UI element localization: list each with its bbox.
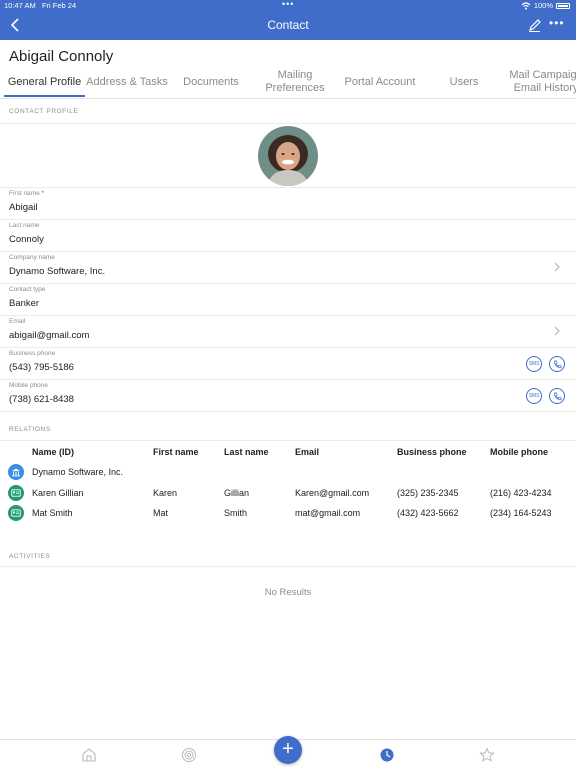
tab-documents[interactable]: Documents — [176, 66, 246, 98]
phone-icon — [553, 392, 561, 400]
contact-card-icon — [8, 485, 24, 501]
contact-name-title: Abigail Connoly — [9, 48, 114, 65]
sms-label: SMS — [528, 361, 540, 367]
divider — [0, 411, 576, 412]
contact-avatar[interactable] — [258, 126, 318, 186]
contact-type-value: Banker — [9, 298, 40, 309]
last-name-label: Last name — [9, 222, 40, 229]
last-name-field[interactable]: Last name Connoly — [0, 219, 576, 251]
company-name-label: Company name — [9, 254, 55, 261]
first-name-field[interactable]: First name * Abigail — [0, 187, 576, 219]
first-name-value: Abigail — [9, 202, 38, 213]
star-icon[interactable] — [479, 747, 495, 763]
email-value: abigail@gmail.com — [9, 330, 90, 341]
column-header-email[interactable]: Email — [295, 447, 319, 457]
multitasking-dots-icon[interactable]: ••• — [282, 0, 294, 9]
contact-type-field[interactable]: Contact type Banker — [0, 283, 576, 315]
battery-icon — [556, 2, 570, 9]
relation-name: Karen Gillian — [32, 488, 84, 498]
column-header-mobile-phone[interactable]: Mobile phone — [490, 447, 548, 457]
relation-name: Dynamo Software, Inc. — [32, 467, 124, 477]
email-field[interactable]: Email abigail@gmail.com — [0, 315, 576, 347]
more-options-icon[interactable]: ••• — [549, 16, 565, 30]
battery-percent: 100% — [533, 1, 553, 10]
phone-icon — [553, 360, 561, 368]
building-icon — [8, 464, 24, 480]
phone-call-button[interactable] — [549, 388, 565, 404]
relation-business-phone: (325) 235-2345 — [397, 488, 459, 498]
column-header-name[interactable]: Name (ID) — [32, 447, 74, 457]
tab-bar-top: General Profile Address & Tasks Document… — [0, 66, 576, 98]
status-right: 100% — [521, 1, 570, 10]
status-time: 10:47 AM Fri Feb 24 — [4, 1, 77, 10]
sms-button[interactable]: SMS — [526, 388, 542, 404]
column-header-business-phone[interactable]: Business phone — [397, 447, 467, 457]
active-tab-indicator — [4, 95, 85, 97]
company-name-value: Dynamo Software, Inc. — [9, 266, 106, 277]
target-icon[interactable] — [181, 747, 197, 763]
column-header-first-name[interactable]: First name — [153, 447, 199, 457]
relation-mobile-phone: (216) 423-4234 — [490, 488, 552, 498]
relation-email: Karen@gmail.com — [295, 488, 370, 498]
nav-title: Contact — [267, 18, 309, 32]
avatar-photo — [258, 126, 318, 186]
chevron-right-icon[interactable] — [553, 325, 561, 337]
edit-pencil-icon[interactable] — [527, 17, 543, 33]
phone-call-button[interactable] — [549, 356, 565, 372]
tab-users[interactable]: Users — [442, 66, 486, 98]
recent-clock-icon[interactable] — [379, 747, 395, 763]
sms-label: SMS — [528, 393, 540, 399]
relations-section-label: RELATIONS — [9, 426, 51, 433]
contact-profile-section-label: CONTACT PROFILE — [9, 108, 79, 115]
column-header-last-name[interactable]: Last name — [224, 447, 269, 457]
add-button[interactable]: + — [274, 736, 302, 764]
tab-portal-account[interactable]: Portal Account — [340, 66, 420, 98]
relation-email: mat@gmail.com — [295, 508, 361, 518]
mobile-phone-value: (738) 621-8438 — [9, 394, 74, 405]
email-label: Email — [9, 318, 26, 325]
mobile-phone-label: Mobile phone — [9, 382, 49, 389]
divider — [0, 123, 576, 124]
business-phone-label: Business phone — [9, 350, 56, 357]
contact-card-icon — [8, 505, 24, 521]
nav-bar: Contact ••• — [0, 12, 576, 40]
home-icon[interactable] — [81, 747, 97, 763]
divider — [0, 566, 576, 567]
sms-button[interactable]: SMS — [526, 356, 542, 372]
relation-last-name: Smith — [224, 508, 248, 518]
wifi-icon — [521, 1, 531, 9]
chevron-right-icon[interactable] — [553, 261, 561, 273]
add-icon: + — [282, 738, 294, 760]
status-bar: 10:47 AM Fri Feb 24 ••• 100% — [0, 0, 576, 12]
mobile-phone-field[interactable]: Mobile phone (738) 621-8438 SMS — [0, 379, 576, 411]
company-name-field[interactable]: Company name Dynamo Software, Inc. — [0, 251, 576, 283]
relation-mobile-phone: (234) 164-5243 — [490, 508, 552, 518]
required-mark: * — [41, 190, 45, 197]
tab-address-tasks[interactable]: Address & Tasks — [85, 66, 169, 98]
tab-general-profile[interactable]: General Profile — [4, 66, 85, 98]
last-name-value: Connoly — [9, 234, 44, 245]
business-phone-field[interactable]: Business phone (543) 795-5186 SMS — [0, 347, 576, 379]
tabs-divider — [0, 98, 576, 99]
business-phone-value: (543) 795-5186 — [9, 362, 74, 373]
relation-last-name: Gillian — [224, 488, 250, 498]
no-results-text: No Results — [264, 587, 312, 598]
tab-mail-campaign-email-history[interactable]: Mail Campaign Email History — [506, 66, 576, 98]
first-name-label: First name — [9, 190, 40, 197]
relation-first-name: Karen — [153, 488, 178, 498]
relation-first-name: Mat — [153, 508, 169, 518]
divider — [0, 440, 576, 441]
tab-mailing-preferences[interactable]: Mailing Preferences — [259, 66, 331, 98]
relation-name: Mat Smith — [32, 508, 73, 518]
activities-section-label: ACTIVITIES — [9, 553, 51, 560]
relation-business-phone: (432) 423-5662 — [397, 508, 459, 518]
contact-type-label: Contact type — [9, 286, 46, 293]
